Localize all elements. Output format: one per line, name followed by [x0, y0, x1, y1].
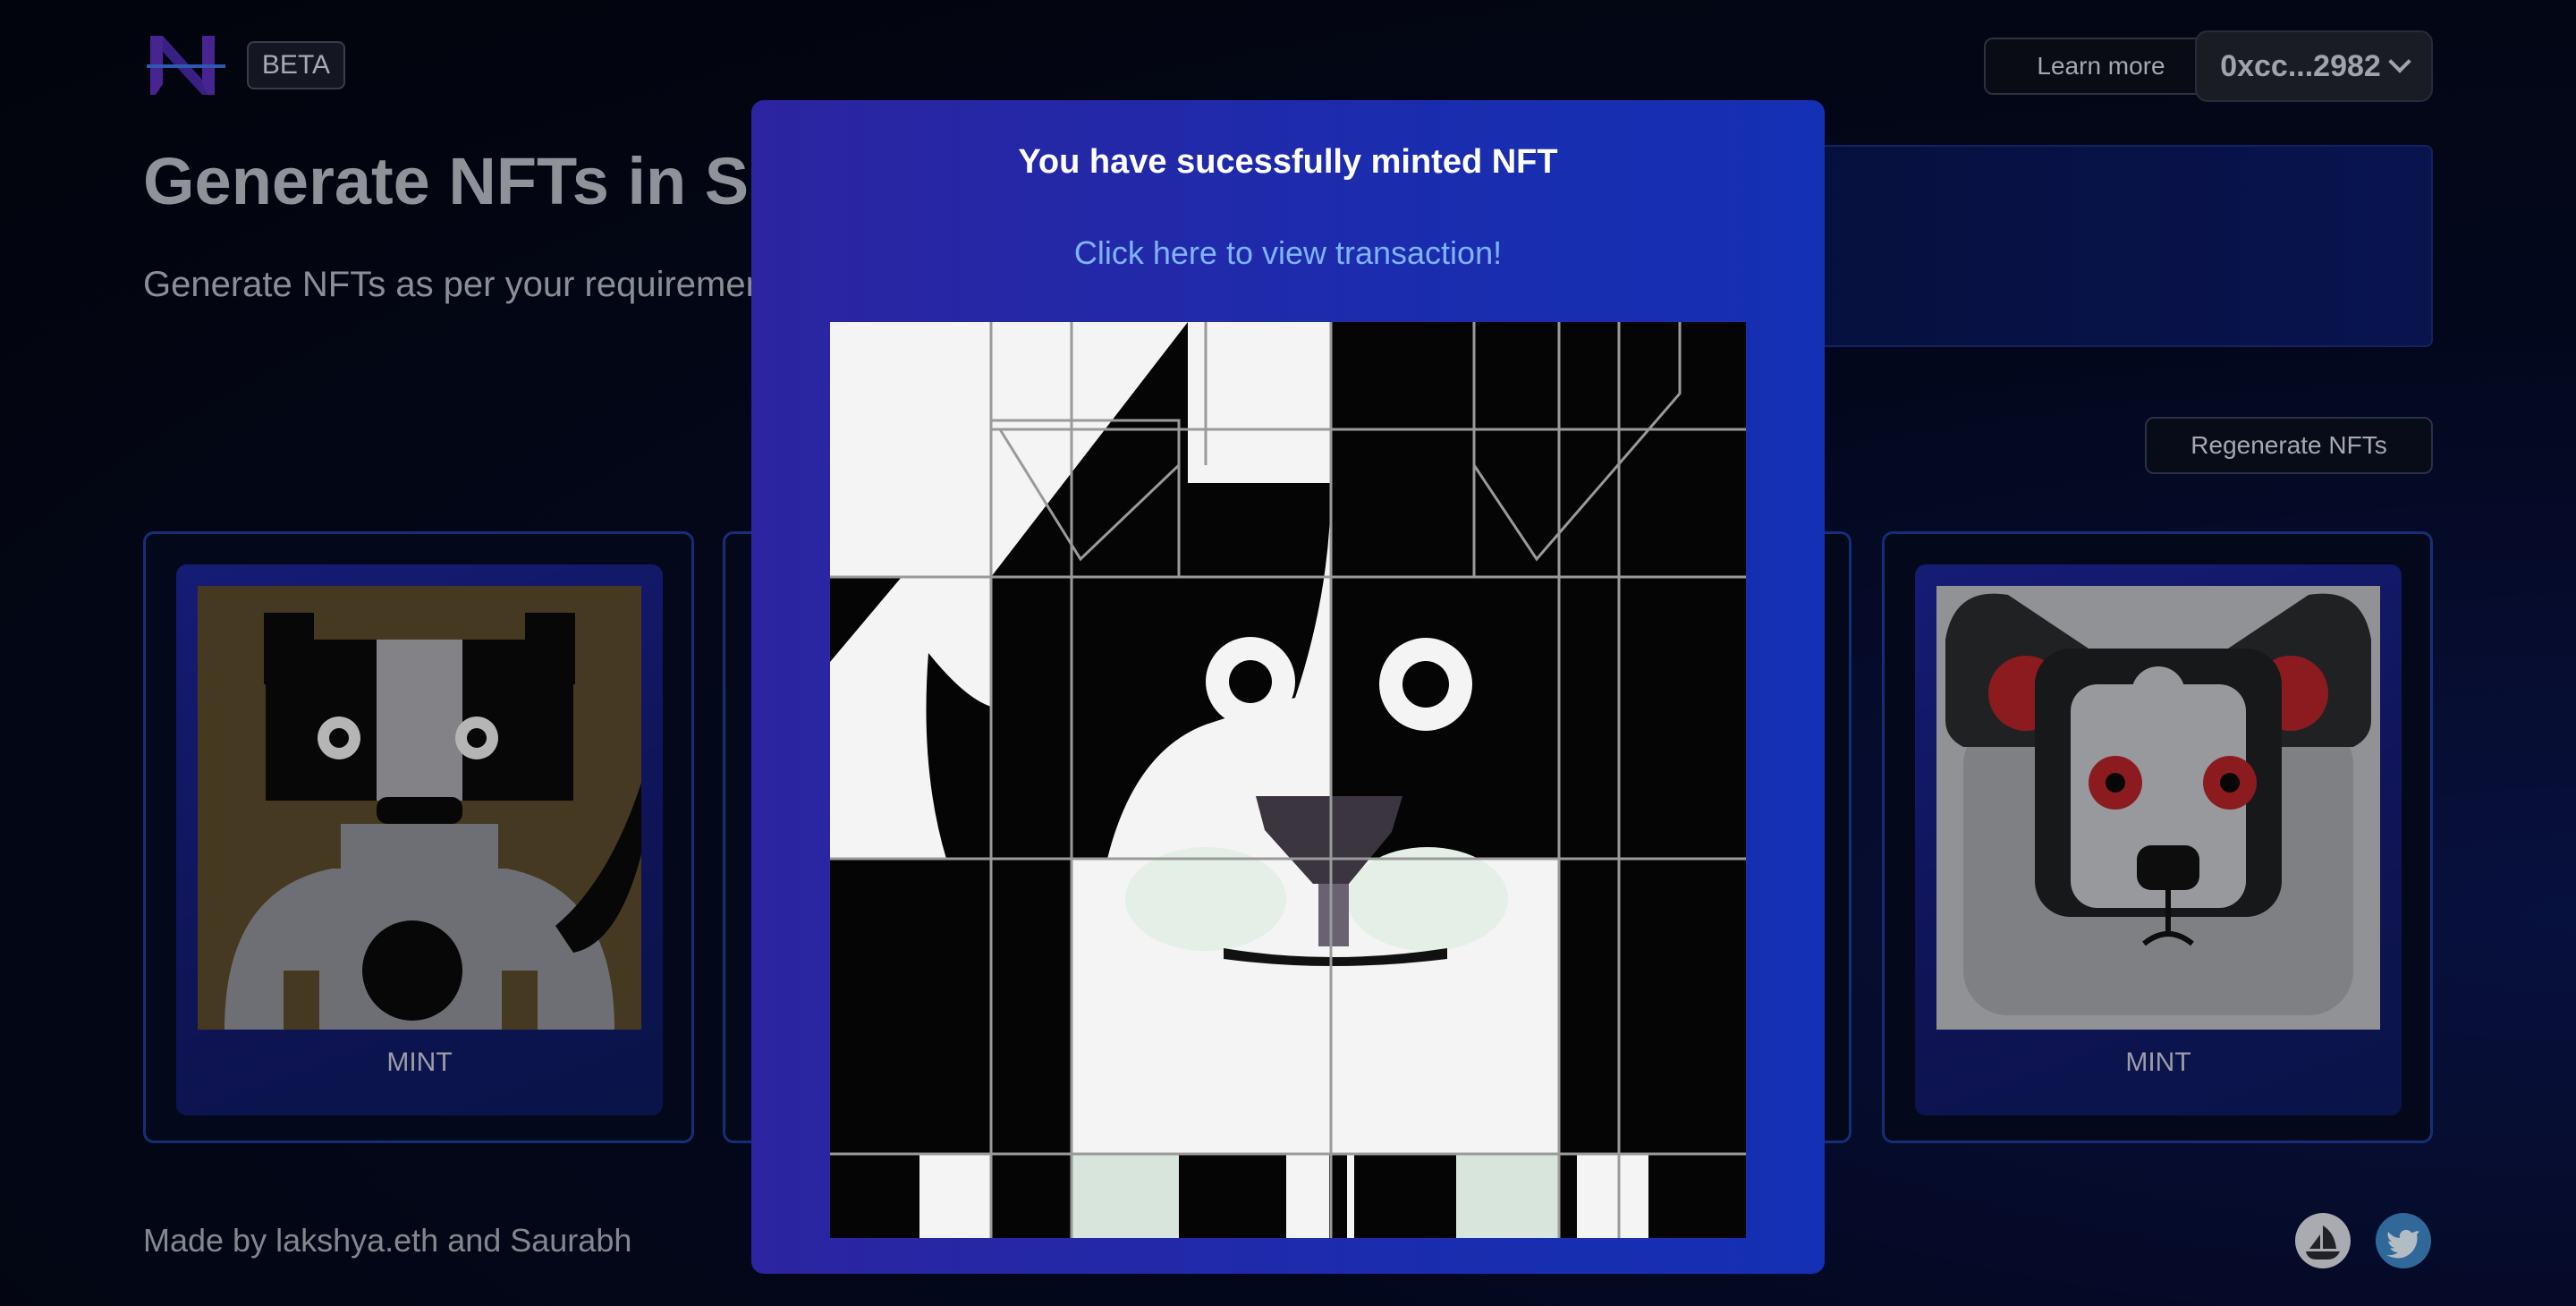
mint-success-modal: You have sucessfully minted NFT Click he…	[751, 100, 1825, 1274]
minted-nft-image	[830, 322, 1746, 1238]
modal-title: You have sucessfully minted NFT	[1018, 143, 1558, 181]
view-transaction-link[interactable]: Click here to view transaction!	[751, 234, 1825, 272]
